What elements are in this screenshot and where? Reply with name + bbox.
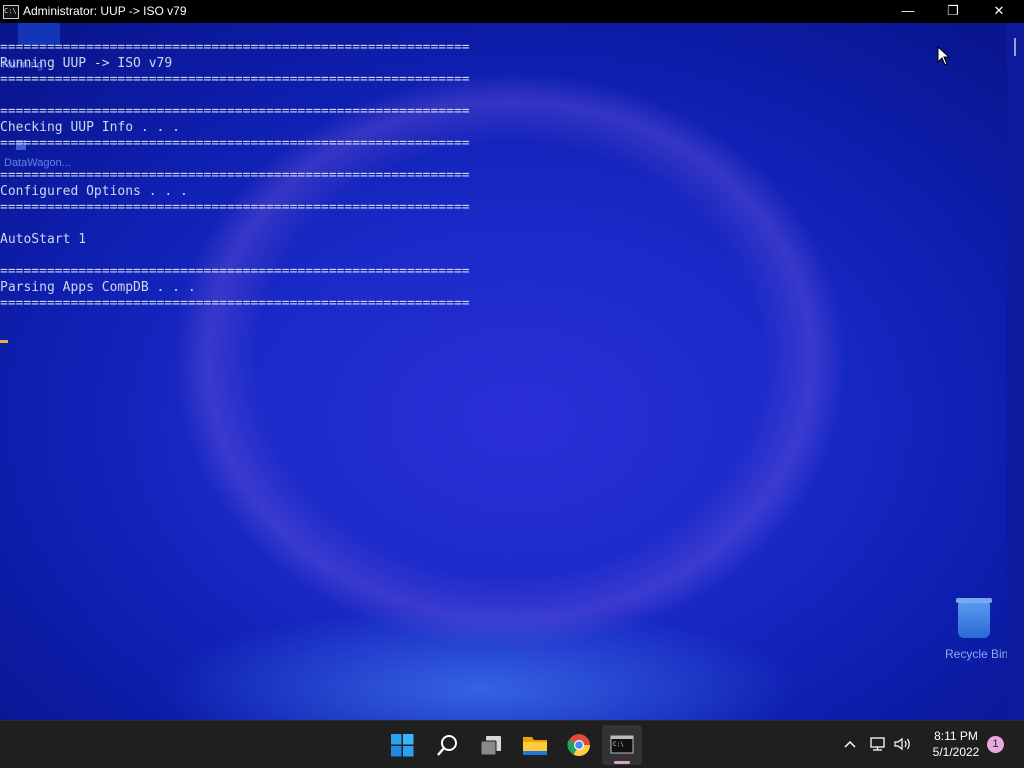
console-line: ========================================… (0, 264, 470, 279)
chrome-icon (567, 734, 590, 756)
notification-badge[interactable]: 1 (987, 736, 1004, 753)
console-line: ========================================… (0, 136, 470, 151)
file-explorer-icon (523, 737, 547, 755)
svg-text:C:\: C:\ (613, 741, 624, 748)
console-line: Checking UUP Info . . . (0, 120, 181, 135)
volume-icon[interactable] (893, 736, 913, 752)
console-line: Parsing Apps CompDB . . . (0, 280, 196, 295)
console-line: ========================================… (0, 200, 470, 215)
search-button[interactable] (427, 725, 467, 765)
taskbar: C:\ (0, 720, 1024, 768)
console-line: AutoStart 1 (0, 232, 87, 247)
file-explorer-button[interactable] (515, 725, 555, 765)
vertical-scrollbar[interactable] (1007, 23, 1024, 720)
start-button[interactable] (383, 725, 423, 765)
title-bar[interactable]: C:\ Administrator: UUP -> ISO v79 — ❐ ✕ (0, 0, 1024, 23)
chevron-up-icon[interactable] (842, 736, 858, 752)
console-line: ========================================… (0, 40, 470, 55)
text-cursor (0, 340, 8, 343)
restore-button[interactable]: ❐ (930, 0, 976, 23)
task-view-button[interactable] (471, 725, 511, 765)
network-icon[interactable] (869, 736, 887, 752)
chrome-button[interactable] (559, 725, 599, 765)
start-icon (391, 734, 414, 757)
active-app-indicator (614, 761, 630, 764)
task-view-icon (480, 736, 501, 756)
console-output[interactable]: ========================================… (0, 23, 1007, 720)
terminal-button[interactable]: C:\ (602, 725, 642, 765)
close-button[interactable]: ✕ (976, 0, 1022, 23)
terminal-icon: C:\ (610, 735, 634, 754)
console-line: ========================================… (0, 168, 470, 183)
mouse-pointer-icon (937, 46, 951, 66)
console-window[interactable]: C:\ Administrator: UUP -> ISO v79 — ❐ ✕ … (0, 0, 1024, 720)
console-line: Configured Options . . . (0, 184, 188, 199)
console-line: ========================================… (0, 296, 470, 311)
console-line: ========================================… (0, 104, 470, 119)
window-title: Administrator: UUP -> ISO v79 (23, 4, 187, 18)
cmd-icon: C:\ (3, 5, 19, 19)
search-icon (437, 735, 457, 756)
clock-date[interactable]: 5/1/2022 (925, 745, 987, 759)
clock-time[interactable]: 8:11 PM (925, 729, 987, 743)
minimize-button[interactable]: — (885, 0, 931, 23)
scrollbar-thumb[interactable] (1014, 38, 1016, 56)
console-line: Running UUP -> ISO v79 (0, 56, 173, 71)
console-line: ========================================… (0, 72, 470, 87)
